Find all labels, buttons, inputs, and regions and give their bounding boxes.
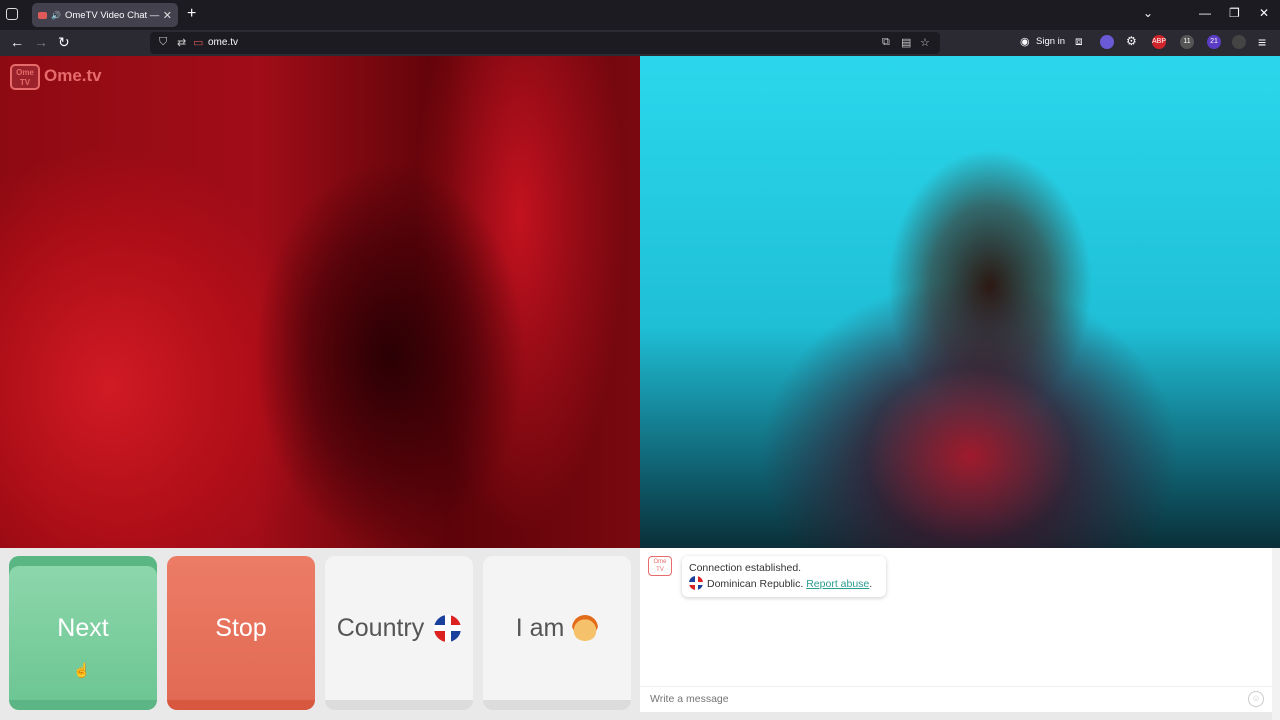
shield-icon[interactable]: ⛉ (159, 36, 167, 49)
partner-country-line: Dominican Republic. Report abuse. (689, 576, 879, 592)
page-scrollbar[interactable] (1272, 548, 1280, 720)
report-abuse-link[interactable]: Report abuse (806, 578, 869, 590)
camera-icon[interactable]: ▭ (193, 36, 203, 49)
reload-icon[interactable]: ↻ (58, 34, 70, 51)
menu-icon[interactable]: ≡ (1258, 34, 1266, 50)
stop-button[interactable]: Stop (167, 556, 315, 710)
tab-active[interactable]: 🔊 OmeTV Video Chat — Ome.tv ✕ (32, 3, 178, 27)
tab-list-icon[interactable] (6, 8, 18, 20)
extensions-icon[interactable]: ⧈ (1075, 34, 1083, 49)
close-window-button[interactable]: ✕ (1259, 6, 1269, 20)
partner-country: Dominican Republic. (707, 578, 804, 590)
url-text[interactable]: ome.tv (208, 37, 238, 48)
close-tab-icon[interactable]: ✕ (163, 9, 172, 22)
report-suffix: . (869, 578, 873, 590)
boy-emoji-icon (572, 615, 599, 641)
back-icon[interactable]: ← (10, 34, 24, 50)
permissions-icon[interactable]: ⇄ (177, 36, 186, 49)
account-icon[interactable]: ◉ (1020, 35, 1030, 48)
restore-button[interactable]: ❐ (1229, 6, 1240, 20)
extension-3-icon[interactable] (1232, 35, 1246, 49)
logo-tv-icon: Ome TV (10, 64, 40, 90)
bookmark-star-icon[interactable]: ☆ (920, 36, 930, 49)
reader-view-icon[interactable]: ▤ (901, 36, 911, 49)
extension-badge-1-icon[interactable]: 11 (1180, 35, 1194, 49)
dominican-flag-icon (689, 576, 703, 590)
next-button[interactable]: Next (9, 556, 157, 710)
stop-label: Stop (215, 613, 267, 642)
mouse-cursor-icon: ☝ (73, 662, 91, 678)
adblock-icon[interactable]: ABP (1152, 35, 1166, 49)
gender-button[interactable]: I am (483, 556, 631, 710)
minimize-button[interactable]: — (1199, 6, 1211, 20)
forward-icon[interactable]: → (34, 34, 48, 50)
emoji-icon[interactable]: ☺ (1248, 691, 1264, 707)
gender-label: I am (515, 613, 565, 642)
chat-logo-icon: Ome TV (648, 556, 672, 576)
extension-2-icon[interactable]: ⚙ (1126, 34, 1137, 48)
tab-bar: 🔊 OmeTV Video Chat — Ome.tv ✕ + ⌄ — ❐ ✕ (0, 0, 1280, 30)
tab-title: OmeTV Video Chat — Ome.tv (64, 9, 160, 21)
system-message: Connection established. Dominican Republ… (682, 556, 886, 597)
remote-video (640, 56, 1280, 548)
sign-in-button[interactable]: Sign in (1036, 36, 1065, 47)
connection-status: Connection established. (689, 562, 802, 574)
local-video (0, 56, 640, 548)
dominican-flag-icon (434, 614, 462, 642)
extension-1-icon[interactable] (1100, 35, 1114, 49)
country-label: Country (336, 613, 425, 642)
ometv-logo[interactable]: Ome TV Ome.tv (10, 62, 102, 90)
chevron-down-icon[interactable]: ⌄ (1143, 6, 1153, 20)
nav-bar: ← → ↻ ⛉ ⇄ ▭ ome.tv ⧉ ▤ ☆ ◉ Sign in ⧈ ⚙ A… (0, 30, 1280, 56)
message-input[interactable] (648, 692, 1232, 706)
next-label: Next (57, 613, 109, 642)
speaker-icon[interactable]: 🔊 (51, 11, 61, 20)
logo-text: Ome.tv (44, 66, 102, 85)
country-button[interactable]: Country (325, 556, 473, 710)
url-bar[interactable]: ⛉ ⇄ ▭ ome.tv ⧉ ▤ ☆ (150, 32, 940, 54)
new-tab-button[interactable]: + (187, 5, 196, 23)
chat-panel: Ome TV Connection established. Dominican… (640, 548, 1272, 712)
favicon-icon (38, 11, 47, 19)
picture-in-picture-icon[interactable]: ⧉ (882, 36, 890, 49)
extension-badge-2-icon[interactable]: 21 (1207, 35, 1221, 49)
message-input-area: ☺ (640, 686, 1272, 713)
